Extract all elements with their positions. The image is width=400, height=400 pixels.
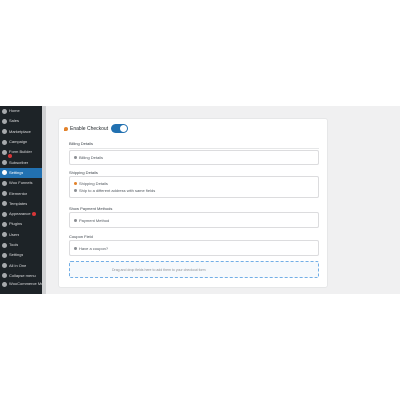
sidebar-item-label: Elementor <box>9 191 28 196</box>
flame-icon <box>64 126 68 131</box>
billing-value: Billing Details <box>74 155 103 160</box>
sidebar-item[interactable]: Tools <box>0 240 42 250</box>
menu-icon <box>2 170 7 176</box>
sidebar-item[interactable]: Form Builder <box>0 147 42 159</box>
menu-icon <box>2 160 7 166</box>
shipping-line-1-text: Shipping Details <box>79 181 108 186</box>
menu-icon <box>2 118 7 124</box>
menu-icon <box>2 149 7 155</box>
coupon-value-text: Have a coupon? <box>79 246 109 251</box>
sidebar-item[interactable]: Users <box>0 230 42 240</box>
admin-sidebar: Home Sales Marketplace Campaign Form Builder… <box>0 106 42 294</box>
panel-header: Enable Checkout <box>64 124 129 133</box>
menu-icon <box>2 108 7 114</box>
panel-title: Enable Checkout <box>70 125 109 132</box>
sidebar-item[interactable]: Marketplace <box>0 127 42 137</box>
sidebar-item[interactable]: Plugins <box>0 219 42 229</box>
sidebar-item[interactable]: Templates <box>0 199 42 209</box>
menu-icon <box>2 129 7 135</box>
sidebar-item-label: Collapse menu <box>9 273 36 278</box>
menu-icon <box>2 282 7 288</box>
billing-value-text: Billing Details <box>79 155 104 160</box>
menu-icon <box>2 232 7 238</box>
sidebar-item-label: Templates <box>9 201 28 206</box>
sidebar-item[interactable]: Home <box>0 106 42 116</box>
menu-icon <box>2 221 7 227</box>
sidebar-item[interactable]: Settings <box>0 250 42 260</box>
menu-icon <box>2 191 7 197</box>
sidebar-item[interactable]: Settings <box>0 167 42 179</box>
sidebar-item-label: WooCommerce Multi <box>9 282 42 287</box>
toggle-knob <box>120 125 128 132</box>
billing-label: Billing Details <box>69 141 94 146</box>
sidebar-item[interactable]: All in One <box>0 260 42 270</box>
shipping-label: Shipping Details <box>69 170 98 175</box>
sidebar-item-label: All in One <box>9 263 27 268</box>
menu-icon <box>2 211 7 217</box>
payment-value-text: Payment Method <box>79 218 110 223</box>
divider <box>69 148 319 149</box>
menu-icon <box>2 252 7 258</box>
field-bullet-icon <box>74 219 77 223</box>
sidebar-item[interactable]: Subscriber <box>0 157 42 167</box>
menu-icon <box>2 242 7 248</box>
sidebar-item-label: Woo Funnels <box>9 181 33 186</box>
payment-value: Payment Method <box>74 218 109 223</box>
field-bullet-icon <box>74 247 77 251</box>
shipping-field[interactable] <box>69 176 319 198</box>
coupon-label: Coupon Field <box>69 234 93 239</box>
sidebar-item-label: Plugins <box>9 222 23 227</box>
billing-field[interactable] <box>69 150 319 165</box>
sidebar-item[interactable]: Campaign <box>0 137 42 147</box>
sidebar-item[interactable]: Appearance <box>0 209 42 219</box>
sidebar-item[interactable]: Elementor <box>0 188 42 198</box>
menu-icon <box>2 180 7 186</box>
shipping-icon <box>74 182 77 186</box>
shipping-line-2-text: Ship to a different address with same fi… <box>79 188 156 193</box>
sidebar-item-label: Settings <box>9 253 24 258</box>
field-bullet-icon <box>74 156 77 160</box>
sidebar-item-label: Users <box>9 232 20 237</box>
menu-icon <box>2 263 7 269</box>
shipping-line-1: Shipping Details <box>74 181 108 186</box>
field-bullet-icon <box>74 189 77 193</box>
right-gutter <box>340 106 400 294</box>
coupon-value: Have a coupon? <box>74 246 108 251</box>
sidebar-item-label: Form Builder <box>9 150 32 155</box>
sidebar-item[interactable]: Collapse menu <box>0 293 42 294</box>
notification-badge <box>31 212 36 217</box>
sidebar-item[interactable]: Sales <box>0 116 42 126</box>
sidebar-item-label: Subscriber <box>9 160 29 165</box>
menu-icon <box>2 201 7 207</box>
sidebar-item[interactable]: Woo Funnels <box>0 178 42 188</box>
sidebar-item-label: Tools <box>9 243 19 247</box>
enable-checkout-toggle[interactable] <box>111 124 129 133</box>
sidebar-item-label: Campaign <box>9 140 28 145</box>
sidebar-item-label: Settings <box>9 170 24 175</box>
sidebar-item-label: Appearance <box>9 212 31 217</box>
sidebar-item-label: Marketplace <box>9 129 31 134</box>
sidebar-item[interactable]: WooCommerce Multi <box>0 281 42 293</box>
sidebar-item[interactable]: Collapse menu <box>0 271 42 281</box>
dropzone-text: Drag and drop fields here to add them to… <box>112 268 206 272</box>
sidebar-item-label: Home <box>9 109 20 114</box>
menu-icon <box>2 273 7 279</box>
sidebar-item-label: Sales <box>9 119 20 124</box>
sidebar-shadow <box>42 106 46 294</box>
shipping-line-2: Ship to a different address with same fi… <box>74 188 155 193</box>
payment-label: Show Payment Methods <box>69 206 113 211</box>
menu-icon <box>2 139 7 145</box>
